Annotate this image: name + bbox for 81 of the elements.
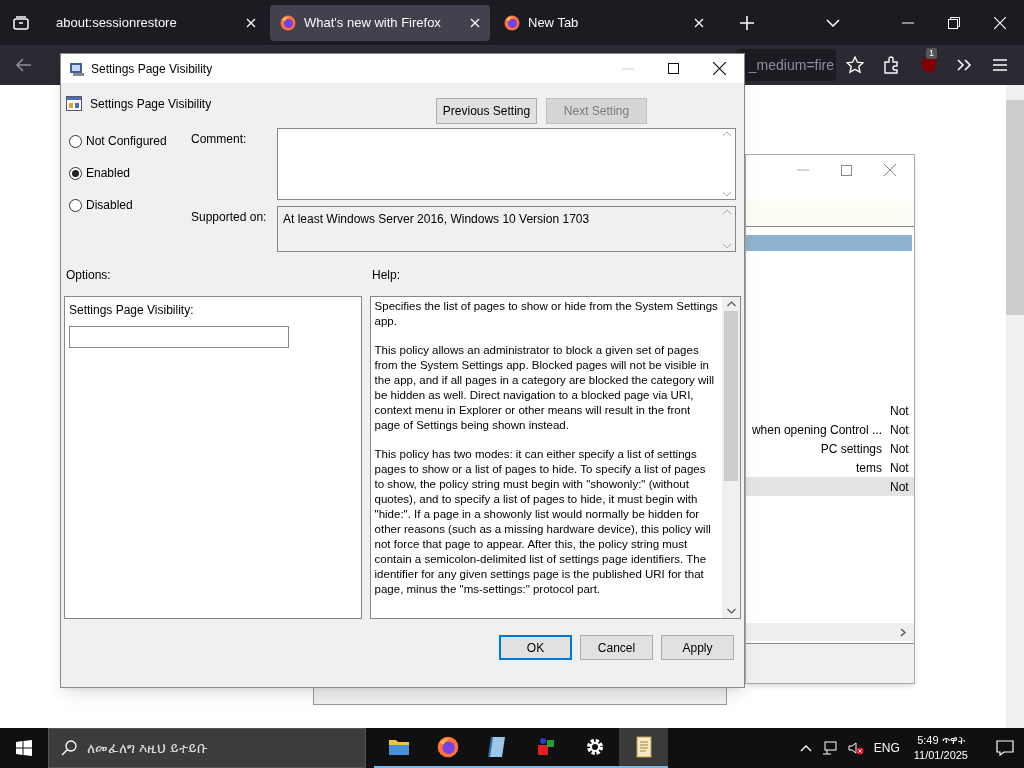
radio-label[interactable]: Disabled	[86, 196, 133, 214]
notebook-icon	[486, 736, 507, 758]
radio-button[interactable]	[69, 198, 82, 212]
firefox-icon	[436, 736, 459, 758]
row-status: Not	[890, 421, 910, 439]
horizontal-scrollbar[interactable]	[746, 623, 914, 641]
chevron-down-icon[interactable]	[826, 18, 840, 27]
list-row[interactable]: when opening Control ... Not	[746, 420, 914, 439]
double-chevron-icon[interactable]	[957, 59, 973, 71]
tab-list-icon[interactable]	[13, 15, 29, 30]
page-scrollbar[interactable]	[1006, 85, 1024, 728]
comment-label: Comment:	[191, 131, 248, 148]
scroll-icon	[633, 736, 654, 758]
help-label: Help:	[372, 267, 400, 284]
language-indicator[interactable]: ENG	[873, 739, 900, 757]
scroll-up-icon[interactable]	[726, 301, 736, 307]
dialog-button[interactable]: OK	[499, 635, 572, 660]
list-row[interactable]: tems Not	[746, 458, 914, 477]
firefox-icon	[504, 14, 520, 31]
row-status: Not	[890, 440, 910, 458]
row-name: PC settings	[820, 440, 883, 458]
tab-title: New Tab	[528, 13, 580, 32]
chevron-up-icon[interactable]	[799, 744, 812, 752]
settings-icon	[584, 737, 605, 757]
search-field[interactable]: ለመፈለግ እዚህ ይተይቡ	[48, 728, 366, 768]
radio-label[interactable]: Not Configured	[86, 132, 167, 150]
new-tab-icon[interactable]	[740, 15, 754, 30]
supported-text: At least Windows Server 2016, Windows 10 Version 1703	[282, 211, 591, 228]
help-paragraph: Specifies the list of pages to show or hide from the System Settings app.	[374, 299, 718, 329]
settings-page-icon	[66, 95, 82, 111]
network-icon[interactable]	[821, 741, 838, 755]
badge: 1	[926, 48, 937, 59]
list-row[interactable]: Not	[746, 401, 914, 420]
row-status: Not	[890, 478, 910, 496]
dialog-button[interactable]: Apply	[661, 635, 734, 660]
list-row[interactable]: Not	[746, 477, 914, 496]
help-paragraph: This policy allows an administrator to block a given set of pages from the System Settings app. Blocked pages will not be visible in the app, and if all pages in a category are blocked the category will be hidden as well. Direct navigation to a blocked page via URI, context menu in Explorer or other means will result in the front page of Settings being shown instead.	[374, 343, 716, 433]
tab-title: about:sessionrestore	[56, 13, 178, 32]
clock-date[interactable]: 11/01/2025	[913, 748, 968, 763]
row-name: when opening Control ...	[751, 421, 883, 439]
options-label: Options:	[66, 267, 112, 284]
nav-button[interactable]: Previous Setting	[436, 98, 537, 124]
search-placeholder: ለመፈለግ እዚህ ይተይቡ	[87, 738, 208, 758]
firefox-icon	[280, 14, 296, 31]
tab-title: What's new with Firefox	[304, 13, 442, 32]
policy-icon	[69, 60, 85, 77]
radio-button[interactable]	[69, 134, 82, 148]
row-status: Not	[890, 402, 910, 420]
radio-label[interactable]: Enabled	[86, 164, 131, 182]
restore-icon[interactable]	[948, 16, 960, 29]
list-row[interactable]: PC settings Not	[746, 439, 914, 458]
taskbar-app[interactable]	[619, 728, 668, 768]
menu-icon[interactable]	[992, 58, 1008, 72]
windows-logo-icon[interactable]	[16, 740, 32, 756]
muted-speaker-icon[interactable]	[847, 741, 864, 755]
notification-icon[interactable]	[996, 740, 1014, 756]
window-title: Settings Page Visibility	[91, 60, 213, 78]
help-paragraph: This policy has two modes: it can either specify a list of settings pages to show or a list of pages to hide. To specify a list of pages to show, the policy string must begin with "showonly:" (without quotes), and to specify a list of pages to hide, it must begin with "hide:". If a page in a showonly list would normally be hidden for other reasons (such as a missing hardware device), this policy will not force that page to appear. After this, the policy string must contain a semicolon-delimited list of settings page identifiers. The identifier for any given settings page is the published URI for that page, minus the "ms-settings:" protocol part.	[374, 447, 712, 597]
maximize-icon[interactable]	[668, 63, 679, 74]
puzzle-icon[interactable]	[883, 56, 901, 74]
search-icon	[61, 740, 77, 756]
row-status: Not	[890, 459, 910, 477]
address-bar[interactable]	[746, 201, 914, 227]
dialog-button[interactable]: Cancel	[580, 635, 653, 660]
clock-time[interactable]: 5:49 ጥዋት	[917, 733, 965, 748]
scroll-down-icon[interactable]	[726, 608, 736, 614]
browser-tab[interactable]: New Tab	[494, 4, 714, 41]
input-field[interactable]	[69, 326, 289, 348]
policy-heading: Settings Page Visibility	[90, 96, 212, 113]
supported-label: Supported on:	[191, 209, 268, 226]
close-icon[interactable]	[713, 62, 726, 75]
row-name: tems	[856, 459, 883, 477]
back-arrow-icon[interactable]	[16, 58, 32, 72]
star-icon[interactable]	[846, 56, 864, 74]
vertical-scrollbar[interactable]	[722, 297, 740, 618]
radio-button[interactable]	[69, 166, 82, 180]
chevron-right-icon[interactable]	[900, 627, 906, 637]
browser-tab[interactable]: What's new with Firefox	[270, 4, 490, 41]
folder-icon	[387, 737, 410, 757]
browser-tab[interactable]: about:sessionrestore	[46, 4, 266, 41]
option-label: Settings Page Visibility:	[69, 302, 195, 319]
